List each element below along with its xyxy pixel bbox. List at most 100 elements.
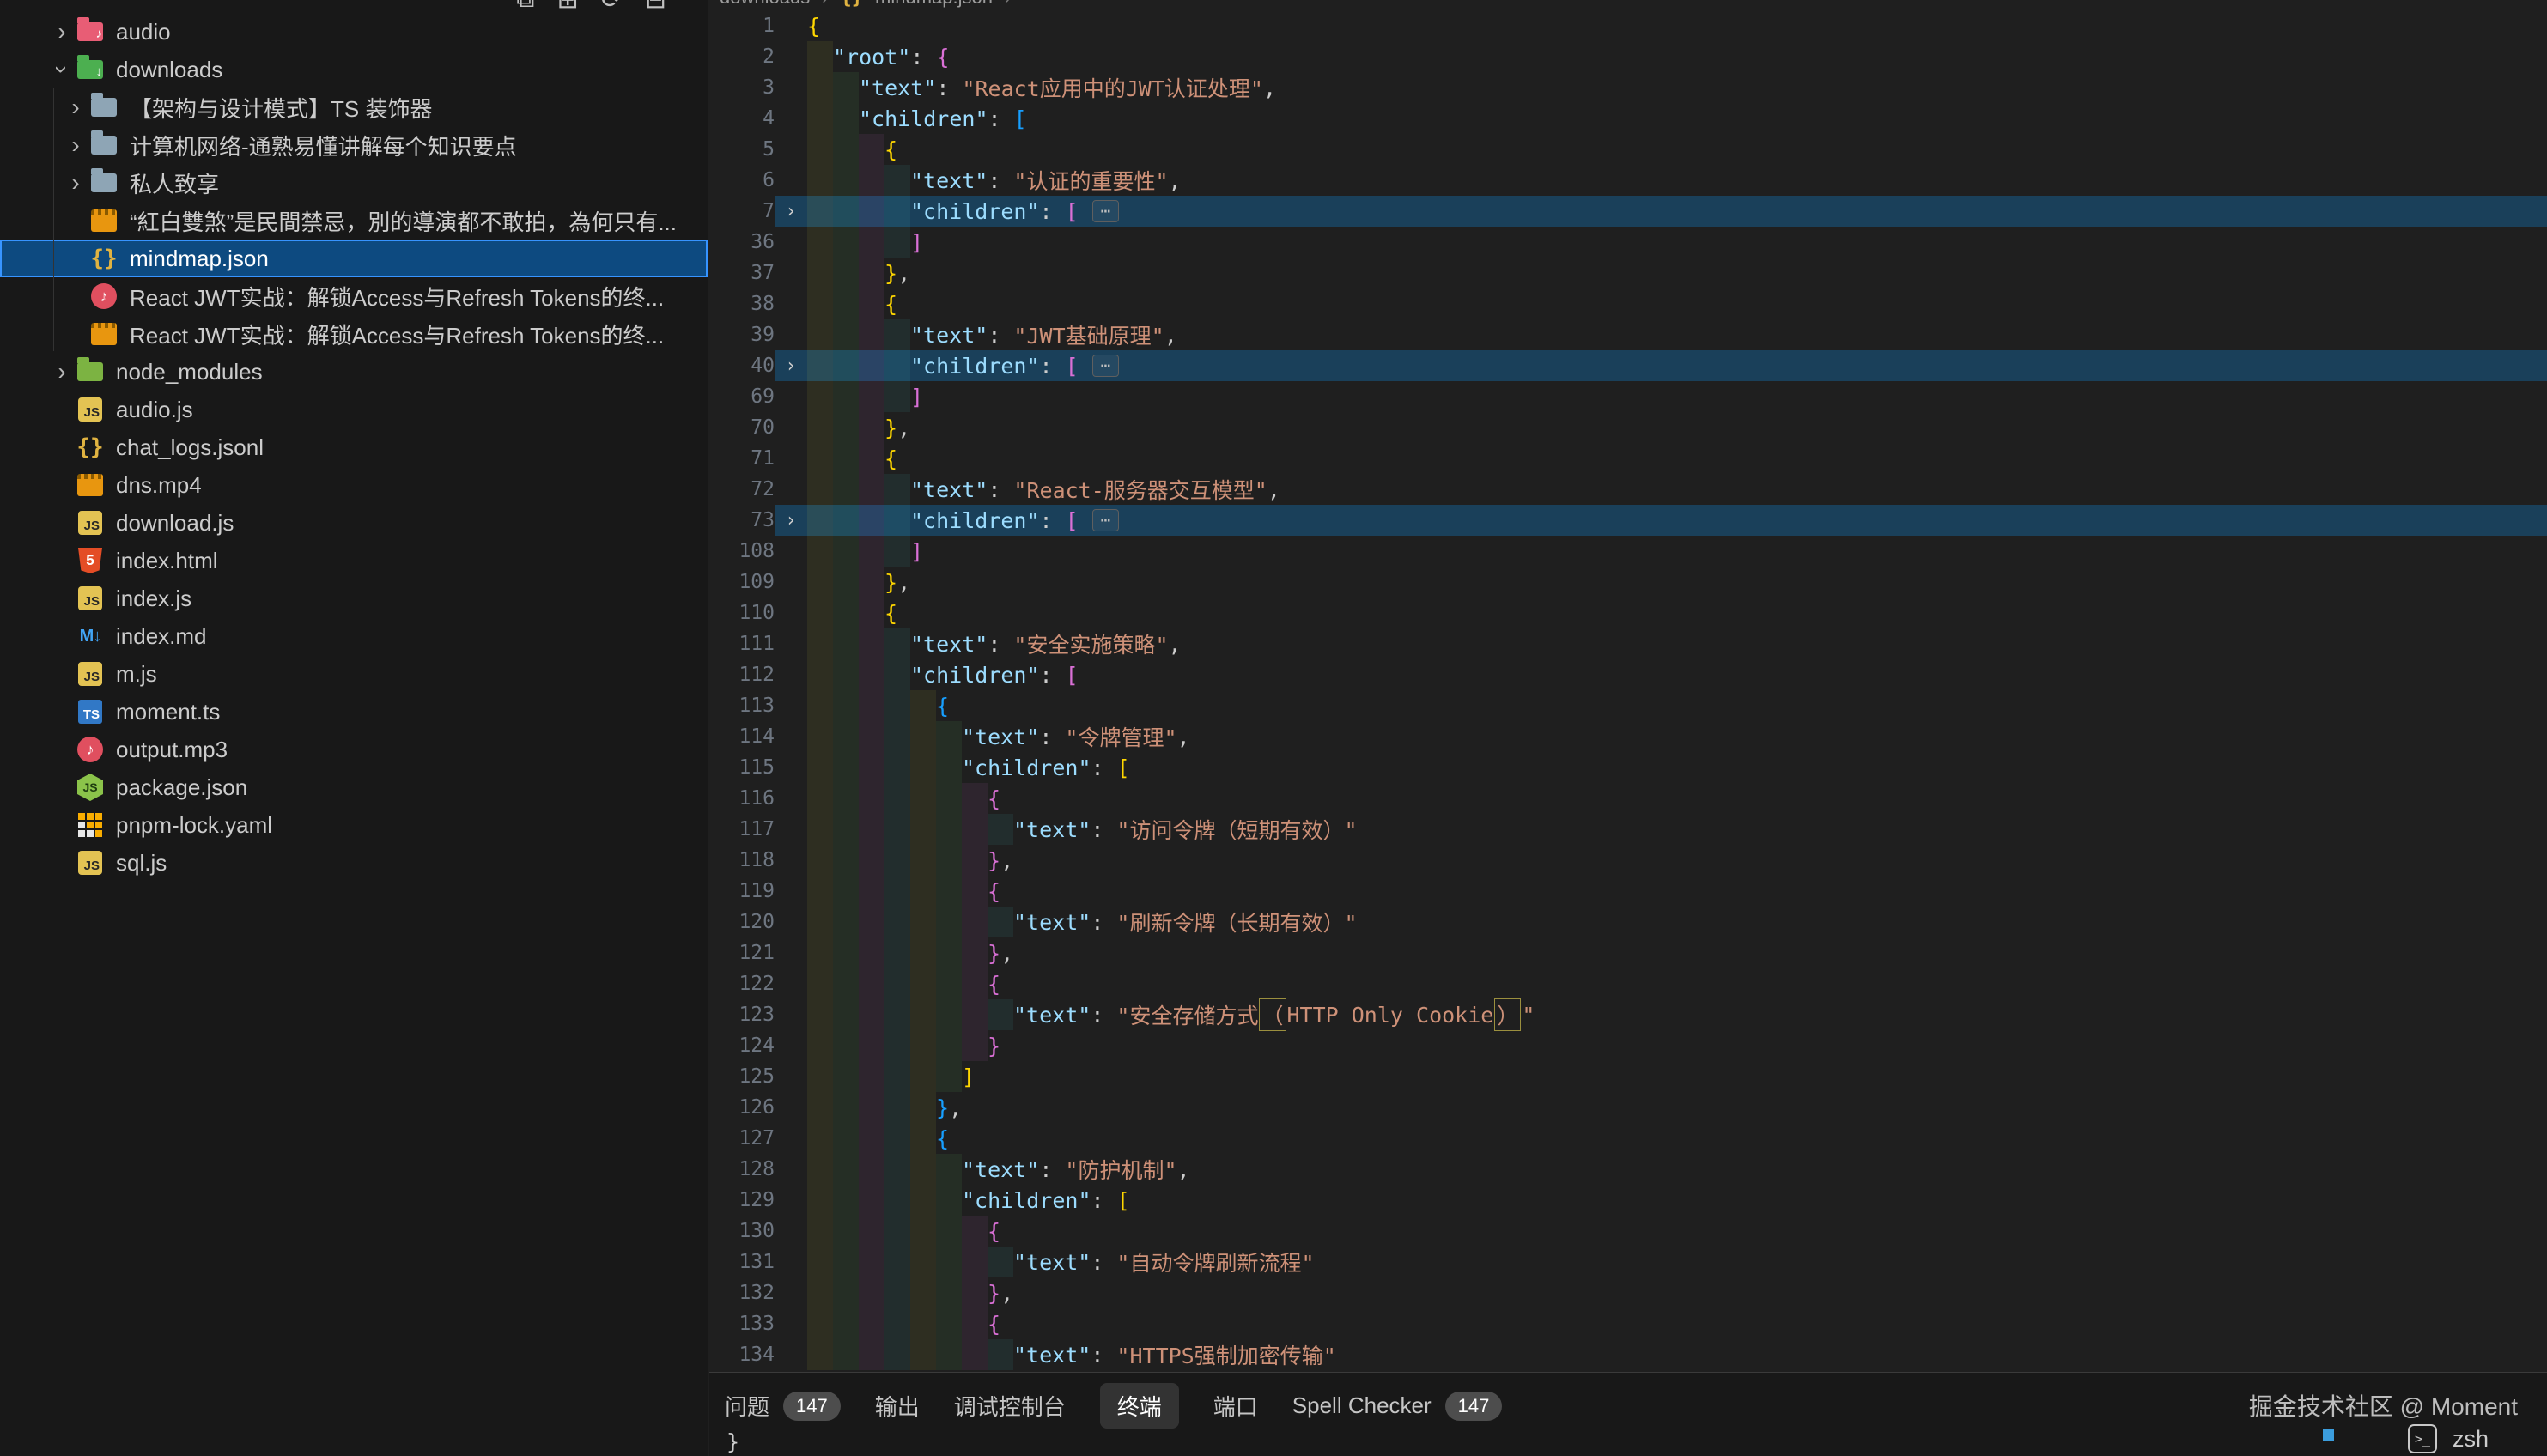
code-line-109[interactable]: 109}, [709, 567, 2547, 598]
fold-chevron-icon[interactable]: › [775, 510, 807, 531]
breadcrumb-item-1[interactable]: mindmap.json [875, 0, 993, 9]
chevron-right-icon[interactable]: › [48, 358, 76, 385]
chevron-right-icon[interactable]: › [62, 94, 89, 121]
tree-file-8[interactable]: React JWT实战：解锁Access与Refresh Tokens的终... [0, 315, 708, 353]
code-line-126[interactable]: 126}, [709, 1092, 2547, 1123]
code-line-115[interactable]: 115"children": [ [709, 752, 2547, 783]
code-line-111[interactable]: 111"text": "安全实施策略", [709, 628, 2547, 659]
chevron-right-icon[interactable]: › [48, 18, 76, 46]
folded-region-badge[interactable]: ⋯ [1092, 355, 1119, 377]
tree-file-22[interactable]: JSsql.js [0, 844, 708, 882]
tree-file-19[interactable]: ♪output.mp3 [0, 731, 708, 768]
terminal-instance-zsh[interactable]: >_ zsh [2408, 1424, 2489, 1453]
code-line-40[interactable]: 40›"children": [⋯ [709, 350, 2547, 381]
chevron-right-icon[interactable]: › [62, 169, 89, 197]
panel-tab-2[interactable]: 调试控制台 [954, 1390, 1066, 1422]
tree-file-12[interactable]: dns.mp4 [0, 466, 708, 504]
tree-folder-3[interactable]: ›计算机网络-通熟易懂讲解每个知识要点 [0, 126, 708, 164]
folded-region-badge[interactable]: ⋯ [1092, 200, 1119, 222]
code-line-69[interactable]: 69] [709, 381, 2547, 412]
tree-file-7[interactable]: ♪React JWT实战：解锁Access与Refresh Tokens的终..… [0, 277, 708, 315]
code-line-112[interactable]: 112"children": [ [709, 659, 2547, 690]
code-line-114[interactable]: 114"text": "令牌管理", [709, 721, 2547, 752]
code-line-121[interactable]: 121}, [709, 937, 2547, 968]
refresh-icon[interactable]: ⟳ [601, 0, 623, 14]
code-line-117[interactable]: 117"text": "访问令牌（短期有效）" [709, 814, 2547, 845]
token: } [988, 848, 1000, 873]
code-line-125[interactable]: 125] [709, 1061, 2547, 1092]
breadcrumb[interactable]: downloads›{}mindmap.json›⋯ [709, 0, 2547, 10]
tree-file-6[interactable]: {}mindmap.json [0, 240, 708, 277]
tree-file-15[interactable]: JSindex.js [0, 579, 708, 617]
code-line-71[interactable]: 71{ [709, 443, 2547, 474]
code-line-132[interactable]: 132}, [709, 1277, 2547, 1308]
code-line-133[interactable]: 133{ [709, 1308, 2547, 1339]
code-line-124[interactable]: 124} [709, 1030, 2547, 1061]
panel-tab-4[interactable]: 端口 [1213, 1390, 1258, 1422]
code-line-6[interactable]: 6"text": "认证的重要性", [709, 165, 2547, 196]
code-line-3[interactable]: 3"text": "React应用中的JWT认证处理", [709, 72, 2547, 103]
code-line-122[interactable]: 122{ [709, 968, 2547, 999]
code-line-116[interactable]: 116{ [709, 783, 2547, 814]
tree-folder-2[interactable]: ›【架构与设计模式】TS 装饰器 [0, 88, 708, 126]
fold-chevron-icon[interactable]: › [775, 201, 807, 222]
code-line-120[interactable]: 120"text": "刷新令牌（长期有效）" [709, 907, 2547, 937]
chevron-down-icon[interactable]: › [48, 56, 76, 83]
new-file-icon[interactable]: ⧉ [516, 0, 534, 14]
code-line-4[interactable]: 4"children": [ [709, 103, 2547, 134]
code-line-37[interactable]: 37}, [709, 258, 2547, 288]
folded-region-badge[interactable]: ⋯ [1092, 509, 1119, 531]
code-line-39[interactable]: 39"text": "JWT基础原理", [709, 319, 2547, 350]
breadcrumb-item-0[interactable]: downloads [720, 0, 810, 9]
tree-file-20[interactable]: JSpackage.json [0, 768, 708, 806]
indent-guide [807, 1092, 833, 1123]
collapse-all-icon[interactable]: ⊟ [645, 0, 666, 14]
panel-tab-5[interactable]: Spell Checker147 [1292, 1392, 1503, 1421]
code-line-108[interactable]: 108] [709, 536, 2547, 567]
breadcrumb-item-2[interactable]: ⋯ [1023, 0, 1042, 9]
chevron-right-icon[interactable]: › [62, 131, 89, 159]
tree-file-11[interactable]: {}chat_logs.jsonl [0, 428, 708, 466]
tree-file-16[interactable]: M↓index.md [0, 617, 708, 655]
code-line-127[interactable]: 127{ [709, 1123, 2547, 1154]
code-line-134[interactable]: 134"text": "HTTPS强制加密传输" [709, 1339, 2547, 1370]
code-line-1[interactable]: 1{ [709, 10, 2547, 41]
code-line-5[interactable]: 5{ [709, 134, 2547, 165]
tree-file-5[interactable]: “紅白雙煞”是民間禁忌，別的導演都不敢拍，為何只有... [0, 202, 708, 240]
video-file-icon [89, 206, 119, 235]
tree-file-21[interactable]: pnpm-lock.yaml [0, 806, 708, 844]
new-folder-icon[interactable]: ⊞ [557, 0, 579, 14]
code-line-131[interactable]: 131"text": "自动令牌刷新流程" [709, 1247, 2547, 1277]
panel-tab-0[interactable]: 问题147 [725, 1390, 841, 1422]
code-line-118[interactable]: 118}, [709, 845, 2547, 876]
code-line-2[interactable]: 2"root": { [709, 41, 2547, 72]
panel-tab-1[interactable]: 输出 [875, 1390, 920, 1422]
code-line-119[interactable]: 119{ [709, 876, 2547, 907]
code-line-73[interactable]: 73›"children": [⋯ [709, 505, 2547, 536]
code-line-128[interactable]: 128"text": "防护机制", [709, 1154, 2547, 1185]
code-line-129[interactable]: 129"children": [ [709, 1185, 2547, 1216]
tree-folder-4[interactable]: ›私人致享 [0, 164, 708, 202]
tree-folder-9[interactable]: ›node_modules [0, 353, 708, 391]
tree-file-13[interactable]: JSdownload.js [0, 504, 708, 542]
tree-file-18[interactable]: TSmoment.ts [0, 693, 708, 731]
fold-chevron-icon[interactable]: › [775, 355, 807, 377]
indent-guide [859, 350, 884, 381]
code-area[interactable]: 1{2"root": {3"text": "React应用中的JWT认证处理",… [709, 10, 2547, 1370]
code-line-70[interactable]: 70}, [709, 412, 2547, 443]
tree-file-17[interactable]: JSm.js [0, 655, 708, 693]
code-line-36[interactable]: 36] [709, 227, 2547, 258]
code-line-110[interactable]: 110{ [709, 598, 2547, 628]
panel-tab-3[interactable]: 终端 [1100, 1383, 1179, 1429]
line-number: 133 [709, 1313, 775, 1335]
tree-file-14[interactable]: 5index.html [0, 542, 708, 579]
code-line-7[interactable]: 7›"children": [⋯ [709, 196, 2547, 227]
code-line-72[interactable]: 72"text": "React-服务器交互模型", [709, 474, 2547, 505]
tree-folder-1[interactable]: ›↓downloads [0, 51, 708, 88]
tree-folder-0[interactable]: ›♪audio [0, 13, 708, 51]
code-line-123[interactable]: 123"text": "安全存储方式（HTTP Only Cookie）" [709, 999, 2547, 1030]
code-line-38[interactable]: 38{ [709, 288, 2547, 319]
code-line-130[interactable]: 130{ [709, 1216, 2547, 1247]
code-line-113[interactable]: 113{ [709, 690, 2547, 721]
tree-file-10[interactable]: JSaudio.js [0, 391, 708, 428]
